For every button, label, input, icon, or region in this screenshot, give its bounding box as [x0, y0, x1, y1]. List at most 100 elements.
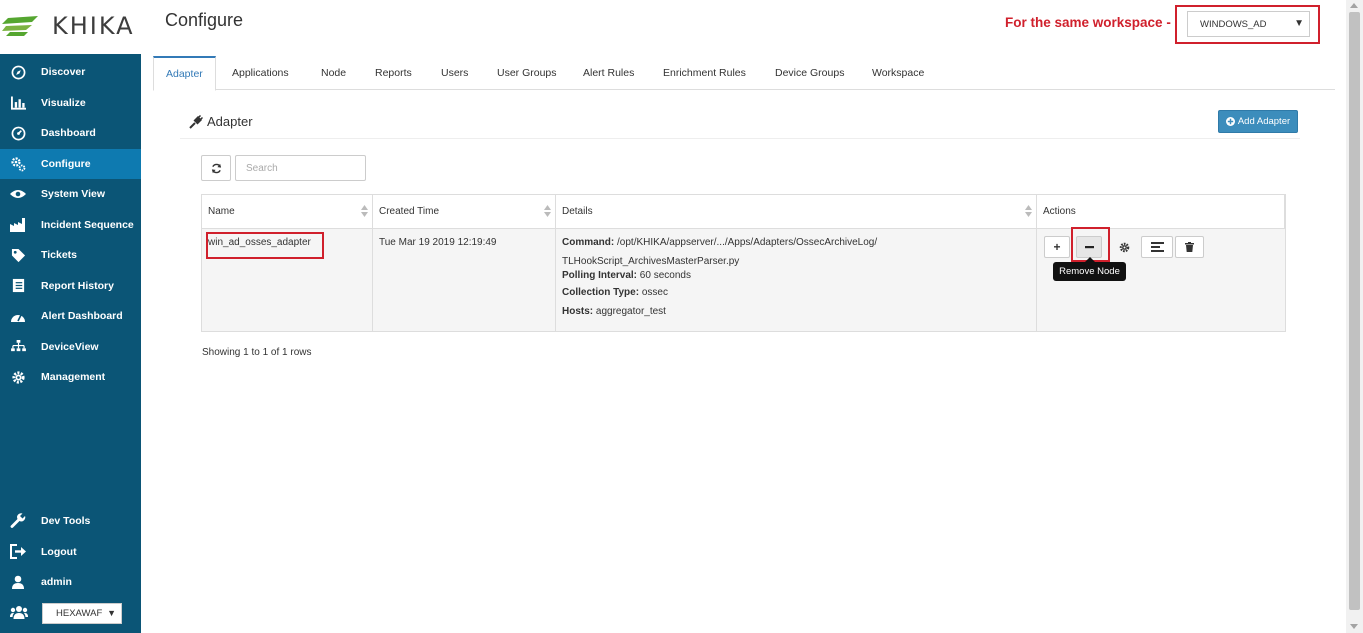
sidebar-item-alert-dashboard[interactable]: Alert Dashboard [0, 301, 141, 332]
page-title: Configure [165, 10, 244, 30]
sidebar-item-label: Logout [41, 545, 77, 558]
sidebar-item-dashboard[interactable]: Dashboard [0, 118, 141, 149]
sidebar-item-deviceview[interactable]: DeviceView [0, 332, 141, 363]
sidebar-item-dev-tools[interactable]: Dev Tools [0, 506, 141, 537]
sort-icon [1025, 205, 1032, 217]
add-node-button[interactable]: + [1044, 236, 1070, 258]
tab-adapter[interactable]: Adapter [153, 56, 216, 91]
sidebar-nav: Discover Visualize Dashboard Configure S… [0, 57, 141, 393]
column-header-name[interactable]: Name [202, 195, 373, 228]
wrench-icon [10, 513, 26, 529]
dashboard-icon [10, 125, 26, 141]
scroll-up-arrow-icon[interactable] [1350, 3, 1358, 8]
cell-details: Command: /opt/KHIKA/appserver/.../Apps/A… [556, 229, 1037, 331]
list-edit-icon [1150, 242, 1164, 252]
cell-name: win_ad_osses_adapter [202, 229, 373, 331]
compass-icon [10, 64, 26, 80]
sidebar-item-configure[interactable]: Configure [0, 148, 141, 179]
sidebar-bottom-nav: Dev Tools Logout admin [0, 506, 141, 598]
sidebar-item-visualize[interactable]: Visualize [0, 88, 141, 119]
column-header-label: Created Time [379, 206, 440, 217]
plug-icon [189, 114, 203, 129]
adapter-details: Command: /opt/KHIKA/appserver/.../Apps/A… [562, 236, 877, 321]
sidebar-item-report-history[interactable]: Report History [0, 271, 141, 302]
hosts-value: aggregator_test [595, 306, 666, 317]
sidebar-item-tickets[interactable]: Tickets [0, 240, 141, 271]
sidebar-item-label: Visualize [41, 96, 86, 109]
tab-users[interactable]: Users [441, 56, 468, 90]
sidebar-item-incident-sequence[interactable]: Incident Sequence [0, 210, 141, 241]
column-header-created-time[interactable]: Created Time [373, 195, 556, 228]
tab-alert-rules[interactable]: Alert Rules [583, 56, 634, 90]
tab-reports[interactable]: Reports [375, 56, 412, 90]
command-value: /opt/KHIKA/appserver/.../Apps/Adapters/O… [617, 237, 878, 248]
sidebar-item-label: Tickets [41, 249, 77, 262]
add-adapter-button[interactable]: Add Adapter [1218, 110, 1298, 133]
plus-circle-icon [1225, 117, 1235, 126]
collection-label: Collection Type: [562, 287, 640, 298]
pagination-info: Showing 1 to 1 of 1 rows [202, 347, 312, 358]
polling-label: Polling Interval: [562, 270, 638, 281]
sort-icon [544, 205, 551, 217]
logo-text: KHIKA [52, 12, 135, 40]
sidebar-item-discover[interactable]: Discover [0, 57, 141, 88]
cell-created-time: Tue Mar 19 2019 12:19:49 [373, 229, 556, 331]
adapter-name: win_ad_osses_adapter [208, 237, 311, 248]
refresh-icon [211, 163, 221, 173]
column-header-label: Details [562, 206, 593, 217]
sidebar-item-label: admin [41, 576, 72, 589]
section-title: Adapter [189, 114, 253, 129]
sidebar-item-label: Incident Sequence [41, 218, 134, 231]
khika-logo-icon [2, 16, 38, 36]
created-time: Tue Mar 19 2019 12:19:49 [379, 237, 497, 248]
scrollbar-thumb[interactable] [1349, 12, 1360, 610]
tab-workspace[interactable]: Workspace [872, 56, 924, 90]
tab-applications[interactable]: Applications [232, 56, 289, 90]
vertical-scrollbar[interactable] [1346, 0, 1363, 633]
workspace-select[interactable]: HEXAWAF ▼ [42, 603, 122, 624]
command-value-cont: TLHookScript_ArchivesMasterParser.py [562, 256, 740, 267]
tab-node[interactable]: Node [321, 56, 346, 90]
user-icon [10, 574, 26, 590]
tab-user-groups[interactable]: User Groups [497, 56, 557, 90]
eye-icon [10, 186, 26, 202]
gear-icon [1119, 242, 1129, 252]
workspace-select-value: HEXAWAF [56, 608, 103, 619]
config-tabs: Adapter Applications Node Reports Users … [153, 56, 1335, 91]
delete-button[interactable] [1175, 236, 1204, 258]
sidebar: KHIKA Discover Visualize Dashboard Confi… [0, 0, 141, 633]
logout-icon [10, 544, 26, 560]
sidebar-item-admin[interactable]: admin [0, 567, 141, 598]
scroll-down-arrow-icon[interactable] [1350, 624, 1358, 629]
tab-device-groups[interactable]: Device Groups [775, 56, 844, 90]
sidebar-item-label: Configure [41, 157, 91, 170]
users-icon [10, 605, 28, 624]
command-label: Command: [562, 237, 615, 248]
gauge-icon [10, 308, 26, 324]
factory-icon [10, 217, 26, 233]
edit-list-button[interactable] [1141, 236, 1173, 258]
gears-icon [10, 156, 26, 172]
column-header-details[interactable]: Details [556, 195, 1037, 228]
sidebar-item-logout[interactable]: Logout [0, 537, 141, 568]
refresh-button[interactable] [201, 155, 231, 181]
sidebar-item-label: Alert Dashboard [41, 310, 123, 323]
trash-icon [1185, 242, 1194, 252]
sidebar-item-system-view[interactable]: System View [0, 179, 141, 210]
caret-down-icon: ▼ [107, 608, 116, 618]
settings-button[interactable] [1111, 236, 1137, 258]
divider [180, 138, 1300, 139]
workspace-dropdown[interactable]: WINDOWS_AD ▼ [1187, 11, 1310, 37]
sort-icon [361, 205, 368, 217]
workspace-dropdown-value: WINDOWS_AD [1200, 18, 1267, 30]
sidebar-item-label: Dashboard [41, 127, 96, 140]
remove-node-tooltip: Remove Node [1053, 257, 1126, 281]
sidebar-item-management[interactable]: Management [0, 362, 141, 393]
search-input[interactable] [235, 155, 366, 181]
column-header-label: Actions [1043, 206, 1076, 217]
add-adapter-label: Add Adapter [1237, 116, 1291, 127]
logo-area: KHIKA [0, 0, 141, 54]
tab-enrichment-rules[interactable]: Enrichment Rules [663, 56, 746, 90]
plus-icon: + [1053, 240, 1061, 254]
gear-icon [10, 369, 26, 385]
